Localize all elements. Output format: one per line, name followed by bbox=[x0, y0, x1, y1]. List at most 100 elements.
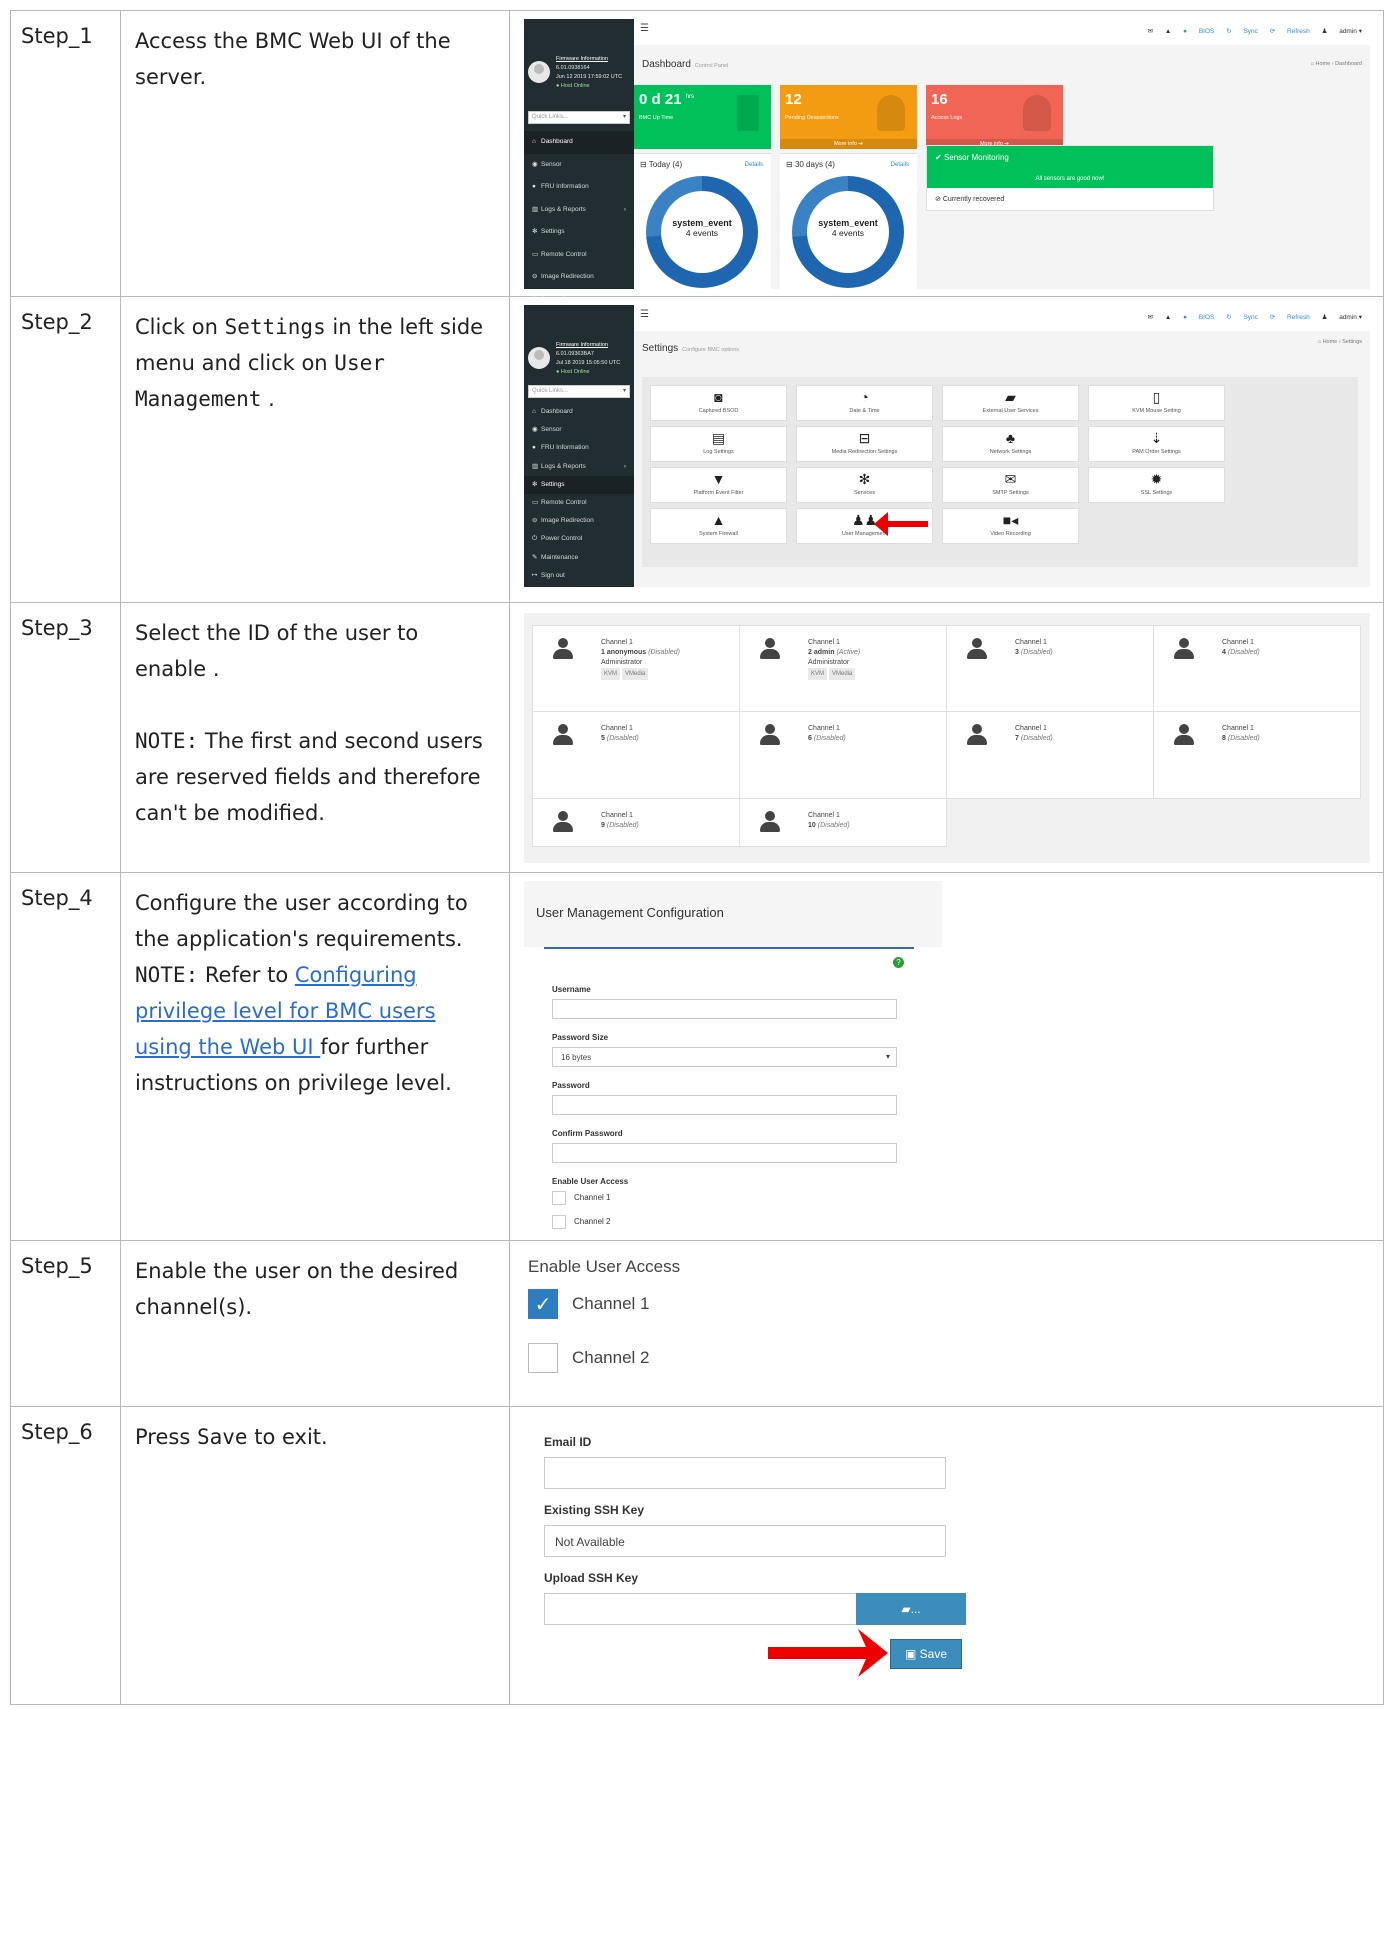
sidebar-item-logs[interactable]: ▥ Logs & Reports › bbox=[524, 199, 634, 222]
password-size-select[interactable]: 16 bytes bbox=[552, 1047, 897, 1067]
user-panel: Firmware Information 6.01.0938164 Jun 12… bbox=[524, 19, 634, 97]
user-card-4[interactable]: Channel 14 (Disabled) bbox=[1153, 625, 1361, 712]
sync-button[interactable]: ↻ Sync bbox=[1226, 314, 1258, 321]
warning-icon[interactable]: ▲ bbox=[1165, 314, 1171, 321]
envelope-icon[interactable]: ✉ bbox=[1148, 28, 1153, 35]
user-card-3[interactable]: Channel 13 (Disabled) bbox=[946, 625, 1154, 712]
more-info-link[interactable]: More info ➔ bbox=[780, 139, 917, 149]
sidebar-item-dashboard[interactable]: ⌂ Dashboard bbox=[524, 403, 634, 421]
user-card-8[interactable]: Channel 18 (Disabled) bbox=[1153, 711, 1361, 799]
channel2-checkbox[interactable] bbox=[552, 1215, 566, 1229]
sensor-recovered: ⊘ Currently recovered bbox=[935, 196, 1005, 203]
settings-tile-platform-event-filter[interactable]: ▼ Platform Event Filter bbox=[650, 467, 787, 503]
user-card-9[interactable]: Channel 19 (Disabled) bbox=[532, 798, 740, 847]
settings-tile-log-settings[interactable]: ▤ Log Settings bbox=[650, 426, 787, 462]
user-card-5[interactable]: Channel 15 (Disabled) bbox=[532, 711, 740, 799]
quick-links-select[interactable]: Quick Links... bbox=[528, 111, 630, 124]
save-button[interactable]: ▣ Save bbox=[890, 1639, 962, 1669]
user-icon bbox=[1023, 95, 1051, 131]
envelope-icon: ✉ bbox=[1004, 471, 1017, 487]
sidebar-item-settings[interactable]: ✻ Settings bbox=[524, 475, 634, 494]
confirm-password-input[interactable] bbox=[552, 1143, 897, 1163]
sidebar-item-fru[interactable]: ● FRU Information bbox=[524, 439, 634, 457]
user-card-7[interactable]: Channel 17 (Disabled) bbox=[946, 711, 1154, 799]
upload-ssh-input[interactable] bbox=[544, 1593, 864, 1625]
email-input[interactable] bbox=[544, 1457, 946, 1489]
thirty-days-card: ⊟ 30 days (4) Details system_event 4 even… bbox=[780, 153, 917, 289]
settings-tile-services[interactable]: ✻ Services bbox=[796, 467, 933, 503]
firmware-link[interactable]: Firmware Information bbox=[556, 56, 608, 62]
red-arrow-pointer bbox=[848, 1629, 888, 1677]
settings-tile-date-time[interactable]: ◔ Date & Time bbox=[796, 385, 933, 421]
sidebar-item-dashboard[interactable]: ⌂ Dashboard bbox=[524, 131, 634, 154]
channel1-checkbox-checked[interactable]: ✓ bbox=[528, 1289, 558, 1319]
step-screenshot: Email ID Existing SSH Key Not Available … bbox=[509, 1406, 1384, 1705]
refresh-button[interactable]: ⟳ Refresh bbox=[1270, 314, 1310, 321]
settings-tile-ssl[interactable]: ✹ SSL Settings bbox=[1088, 467, 1225, 503]
user-icon bbox=[1174, 724, 1194, 748]
details-link[interactable]: Details bbox=[891, 162, 909, 168]
admin-menu[interactable]: ♟ admin ▾ bbox=[1322, 314, 1362, 321]
quick-links-select[interactable]: Quick Links... bbox=[528, 385, 630, 398]
hamburger-icon[interactable]: ☰ bbox=[640, 23, 649, 34]
sensor-status: All sensors are good now! bbox=[927, 170, 1213, 188]
sync-button[interactable]: ↻ Sync bbox=[1226, 28, 1258, 35]
user-list-screenshot: Channel 11 anonymous (Disabled) Administr… bbox=[524, 613, 1370, 863]
sidebar-item-sensor[interactable]: ◉ Sensor bbox=[524, 154, 634, 177]
settings-tile-pam-order[interactable]: ⇣ PAM Order Settings bbox=[1088, 426, 1225, 462]
sidebar-item-logs[interactable]: ▥ Logs & Reports › bbox=[524, 458, 634, 476]
username-input[interactable] bbox=[552, 999, 897, 1019]
hamburger-icon[interactable]: ☰ bbox=[640, 309, 649, 320]
bios-button[interactable]: ● BIOS bbox=[1183, 314, 1214, 321]
firmware-link[interactable]: Firmware Information bbox=[556, 342, 608, 348]
file-icon: ▤ bbox=[711, 430, 726, 446]
settings-tile-system-firewall[interactable]: ▲ System Firewall bbox=[650, 508, 787, 544]
settings-tile-smtp[interactable]: ✉ SMTP Settings bbox=[942, 467, 1079, 503]
gear-icon: ✻ bbox=[532, 228, 538, 235]
details-link[interactable]: Details bbox=[745, 162, 763, 168]
sidebar-item-settings[interactable]: ✻ Settings bbox=[524, 221, 634, 244]
sidebar-item-fru[interactable]: ● FRU Information bbox=[524, 176, 634, 199]
user-icon bbox=[760, 811, 780, 835]
mouse-icon: ▯ bbox=[1152, 389, 1161, 405]
page-title: Settings Configure BMC options bbox=[642, 343, 740, 354]
firmware-version: 6.01.0938164 bbox=[556, 65, 590, 71]
step-text: Select the ID of the user to enable . NO… bbox=[120, 602, 510, 873]
envelope-icon[interactable]: ✉ bbox=[1148, 314, 1153, 321]
warning-icon[interactable]: ▲ bbox=[1165, 28, 1171, 35]
sidebar-item-sign-out[interactable]: ↦Sign out bbox=[524, 567, 634, 585]
sidebar-item-maintenance[interactable]: ✎Maintenance bbox=[524, 549, 634, 567]
sidebar-item-remote-control[interactable]: ▭ Remote Control bbox=[524, 244, 634, 267]
settings-tile-network[interactable]: ♣ Network Settings bbox=[942, 426, 1079, 462]
sidebar-item-image-redirection[interactable]: ⊖ Image Redirection bbox=[524, 512, 634, 530]
help-icon[interactable]: ? bbox=[893, 957, 904, 968]
bios-button[interactable]: ● BIOS bbox=[1183, 28, 1214, 35]
sidebar-item-remote-control[interactable]: ▭ Remote Control bbox=[524, 494, 634, 512]
refresh-button[interactable]: ⟳ Refresh bbox=[1270, 28, 1310, 35]
settings-tile-media-redirection[interactable]: ⊟ Media Redirection Settings bbox=[796, 426, 933, 462]
user-card-10[interactable]: Channel 1 10 (Disabled) bbox=[739, 798, 947, 847]
user-card-2[interactable]: Channel 12 admin (Active) Administrator KV… bbox=[739, 625, 947, 712]
host-status: ● Host Online bbox=[556, 369, 590, 375]
settings-tile-captured-bsod[interactable]: ◙ Captured BSOD bbox=[650, 385, 787, 421]
settings-tile-video-recording[interactable]: ■◂ Video Recording bbox=[942, 508, 1079, 544]
user-icon bbox=[553, 638, 573, 662]
sidebar-item-image-redirection[interactable]: ⊖ Image Redirection bbox=[524, 266, 634, 289]
thirty-days-donut-chart: system_event 4 events bbox=[792, 176, 904, 288]
channel2-checkbox[interactable] bbox=[528, 1343, 558, 1373]
sidebar-item-power-control[interactable]: ⏻Power Control bbox=[524, 530, 634, 548]
user-icon bbox=[967, 724, 987, 748]
channel1-checkbox[interactable] bbox=[552, 1191, 566, 1205]
filter-icon: ▼ bbox=[711, 471, 726, 487]
pending-tile: 12 Pending Deassertions More info ➔ bbox=[780, 85, 917, 149]
admin-menu[interactable]: ♟ admin ▾ bbox=[1322, 28, 1362, 35]
user-icon bbox=[967, 638, 987, 662]
power-icon: ⏻ bbox=[532, 535, 538, 543]
settings-tile-external-user-services[interactable]: ▰ External User Services bbox=[942, 385, 1079, 421]
user-card-6[interactable]: Channel 16 (Disabled) bbox=[739, 711, 947, 799]
settings-tile-kvm-mouse[interactable]: ▯ KVM Mouse Setting bbox=[1088, 385, 1225, 421]
user-card-1[interactable]: Channel 11 anonymous (Disabled) Administr… bbox=[532, 625, 740, 712]
floppy-icon: ▣ bbox=[904, 1647, 917, 1661]
password-input[interactable] bbox=[552, 1095, 897, 1115]
sidebar-item-sensor[interactable]: ◉ Sensor bbox=[524, 421, 634, 439]
